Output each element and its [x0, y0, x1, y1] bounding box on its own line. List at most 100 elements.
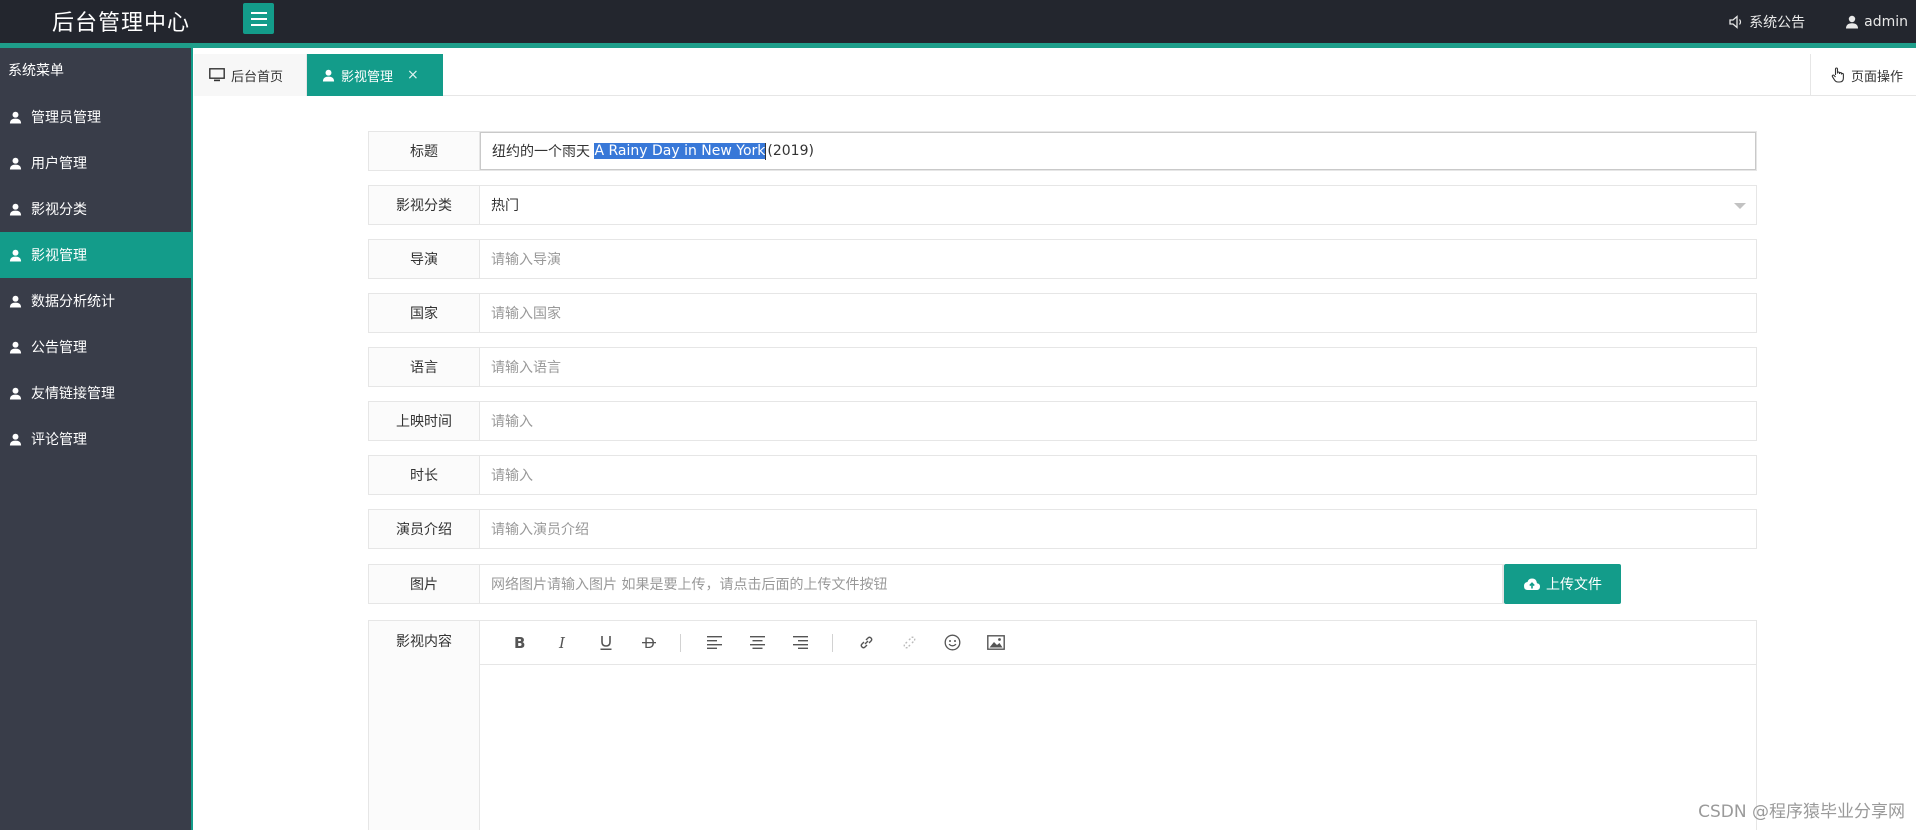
- sidebar-item[interactable]: 影视分类: [0, 186, 191, 232]
- content-label: 影视内容: [369, 621, 480, 830]
- svg-text:I: I: [558, 635, 566, 650]
- watermark: CSDN @程序猿毕业分享网: [1698, 802, 1905, 822]
- content-row: 影视内容 B I D: [368, 620, 1757, 830]
- sidebar-item[interactable]: 公告管理: [0, 324, 191, 370]
- user-icon: [9, 111, 22, 124]
- sidebar-item-label: 用户管理: [31, 156, 87, 172]
- top-header: 后台管理中心 系统公告 admin: [0, 0, 1916, 48]
- link-icon[interactable]: [845, 628, 888, 658]
- release-time-input[interactable]: 请输入: [480, 402, 1756, 440]
- language-label: 语言: [369, 348, 480, 386]
- user-icon: [1846, 15, 1859, 28]
- user-icon: [9, 387, 22, 400]
- user-icon: [9, 341, 22, 354]
- release-time-label: 上映时间: [369, 402, 480, 440]
- image-icon[interactable]: [974, 628, 1017, 658]
- svg-text:B: B: [514, 635, 525, 650]
- director-row: 导演 请输入导演: [368, 239, 1757, 279]
- admin-label: admin: [1864, 13, 1908, 30]
- sidebar-item[interactable]: 用户管理: [0, 140, 191, 186]
- sidebar-item[interactable]: 友情链接管理: [0, 370, 191, 416]
- emoji-icon[interactable]: [931, 628, 974, 658]
- duration-input[interactable]: 请输入: [480, 456, 1756, 494]
- tab-home[interactable]: 后台首页: [194, 54, 307, 96]
- hamburger-icon: [250, 11, 267, 26]
- title-value-before: 纽约的一个雨天: [492, 144, 595, 160]
- sidebar-item[interactable]: 评论管理: [0, 416, 191, 462]
- user-icon: [9, 433, 22, 446]
- category-row: 影视分类 热门: [368, 185, 1757, 225]
- page-operations-label: 页面操作: [1851, 69, 1904, 85]
- sidebar-item[interactable]: 管理员管理: [0, 94, 191, 140]
- menu-toggle-button[interactable]: [243, 3, 274, 34]
- director-input[interactable]: 请输入导演: [480, 240, 1756, 278]
- sidebar-title: 系统菜单: [8, 63, 64, 79]
- sidebar-item-label: 公告管理: [31, 340, 87, 356]
- title-input[interactable]: 纽约的一个雨天 A Rainy Day in New York (2019): [480, 132, 1756, 170]
- sidebar-item-label: 影视分类: [31, 202, 87, 218]
- country-row: 国家 请输入国家: [368, 293, 1757, 333]
- align-center-icon[interactable]: [736, 628, 779, 658]
- align-left-icon[interactable]: [693, 628, 736, 658]
- tab-film-management[interactable]: 影视管理 ×: [307, 54, 443, 96]
- release-time-row: 上映时间 请输入: [368, 401, 1757, 441]
- image-row: 图片 网络图片请输入图片 如果是要上传，请点击后面的上传文件按钮: [368, 564, 1504, 604]
- admin-user-menu[interactable]: admin: [1845, 14, 1908, 30]
- italic-icon[interactable]: I: [541, 628, 584, 658]
- user-icon: [322, 69, 335, 82]
- editor-toolbar: B I D: [480, 621, 1756, 665]
- system-notice-link[interactable]: 系统公告: [1729, 12, 1805, 32]
- page-operations-button[interactable]: 页面操作: [1810, 54, 1916, 96]
- tab-film-label: 影视管理: [341, 69, 394, 85]
- sidebar-item-label: 友情链接管理: [31, 386, 115, 402]
- director-label: 导演: [369, 240, 480, 278]
- content-editor[interactable]: B I D: [480, 621, 1756, 830]
- actors-row: 演员介绍 请输入演员介绍: [368, 509, 1757, 549]
- underline-icon[interactable]: [584, 628, 627, 658]
- duration-label: 时长: [369, 456, 480, 494]
- language-input[interactable]: 请输入语言: [480, 348, 1756, 386]
- image-label: 图片: [369, 565, 480, 603]
- title-value-after: (2019): [767, 143, 814, 159]
- hand-pointer-icon: [1831, 67, 1844, 83]
- tab-home-label: 后台首页: [231, 69, 284, 85]
- upload-file-button[interactable]: 上传文件: [1504, 564, 1621, 604]
- sidebar-item[interactable]: 数据分析统计: [0, 278, 191, 324]
- title-label: 标题: [369, 132, 480, 170]
- tabs-bar: 后台首页 影视管理 × 页面操作: [194, 54, 1916, 96]
- user-icon: [9, 157, 22, 170]
- actors-label: 演员介绍: [369, 510, 480, 548]
- category-select[interactable]: 热门: [480, 186, 1756, 224]
- monitor-icon: [209, 68, 225, 82]
- dropdown-arrow-icon: [1734, 203, 1746, 209]
- category-value: 热门: [491, 198, 519, 214]
- sidebar-item-label: 评论管理: [31, 432, 87, 448]
- title-value-selected: A Rainy Day in New York: [594, 143, 766, 159]
- text-caret: [765, 142, 767, 160]
- sidebar-item-label: 管理员管理: [31, 110, 101, 126]
- unlink-icon[interactable]: [888, 628, 931, 658]
- title-row: 标题 纽约的一个雨天 A Rainy Day in New York (2019): [368, 131, 1757, 171]
- align-right-icon[interactable]: [779, 628, 822, 658]
- country-label: 国家: [369, 294, 480, 332]
- system-notice-label: 系统公告: [1749, 14, 1806, 31]
- user-icon: [9, 295, 22, 308]
- speaker-icon: [1729, 14, 1742, 29]
- sidebar-item[interactable]: 影视管理: [0, 232, 191, 278]
- country-input[interactable]: 请输入国家: [480, 294, 1756, 332]
- close-icon[interactable]: ×: [407, 67, 419, 83]
- image-url-input[interactable]: 网络图片请输入图片 如果是要上传，请点击后面的上传文件按钮: [480, 565, 1503, 603]
- toolbar-divider: [832, 633, 833, 652]
- language-row: 语言 请输入语言: [368, 347, 1757, 387]
- actors-input[interactable]: 请输入演员介绍: [480, 510, 1756, 548]
- bold-icon[interactable]: B: [498, 628, 541, 658]
- brand-title: 后台管理中心: [52, 11, 191, 36]
- toolbar-divider: [680, 633, 681, 652]
- strikethrough-icon[interactable]: D: [627, 628, 670, 658]
- cloud-upload-icon: [1524, 578, 1540, 590]
- user-icon: [9, 203, 22, 216]
- category-label: 影视分类: [369, 186, 480, 224]
- upload-file-label: 上传文件: [1546, 577, 1602, 593]
- duration-row: 时长 请输入: [368, 455, 1757, 495]
- user-icon: [9, 249, 22, 262]
